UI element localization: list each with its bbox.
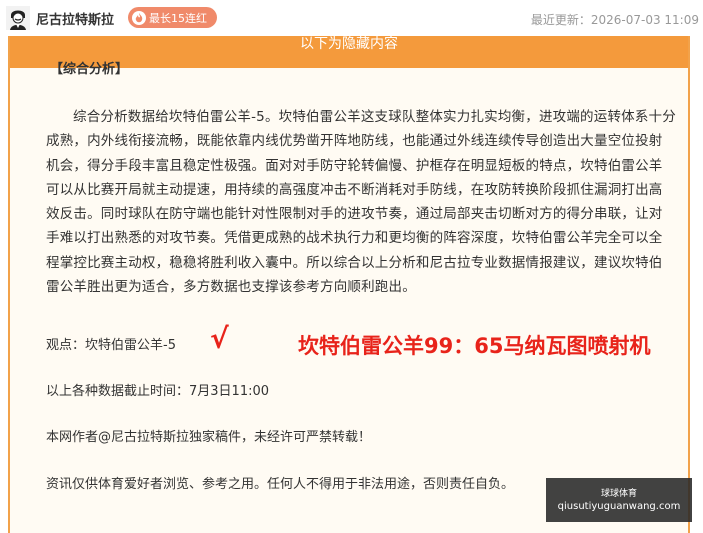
viewpoint: 观点：坎特伯雷公羊-5	[46, 338, 176, 353]
check-mark-icon: √	[210, 322, 229, 355]
last-updated: 最近更新：2026-07-03 11:09	[530, 13, 699, 27]
copyright-notice: 本网作者@尼古拉特斯拉独家稿件，未经许可严禁转载！	[46, 430, 372, 445]
top-bar: 尼古拉特斯拉 最长15连红 最近更新：2026-07-03 11:09	[0, 0, 703, 36]
watermark-url: qiusutiyuguanwang.com	[557, 501, 681, 512]
streak-badge-label: 最长15连红	[149, 11, 207, 25]
hidden-content-banner-label: 以下为隐藏内容	[300, 36, 398, 52]
disclaimer: 资讯仅供体育爱好者浏览、参考之用。任何人不得用于非法用途，否则责任自负。	[46, 477, 515, 492]
author-name[interactable]: 尼古拉特斯拉	[36, 9, 114, 28]
author-avatar[interactable]	[6, 6, 30, 30]
flame-icon	[132, 10, 146, 25]
match-score-promo: 坎特伯雷公羊99：65马纳瓦图喷射机	[298, 334, 651, 358]
streak-badge: 最长15连红	[128, 7, 217, 28]
section-title: 【综合分析】	[50, 62, 129, 77]
site-watermark: 球球体育 qiusutiyuguanwang.com	[546, 478, 692, 522]
watermark-title: 球球体育	[600, 489, 637, 499]
analysis-paragraph: 综合分析数据给坎特伯雷公羊-5。坎特伯雷公羊这支球队整体实力扎实均衡，进攻端的运…	[46, 109, 676, 296]
data-deadline: 以上各种数据截止时间：7月3日11:00	[46, 384, 270, 399]
